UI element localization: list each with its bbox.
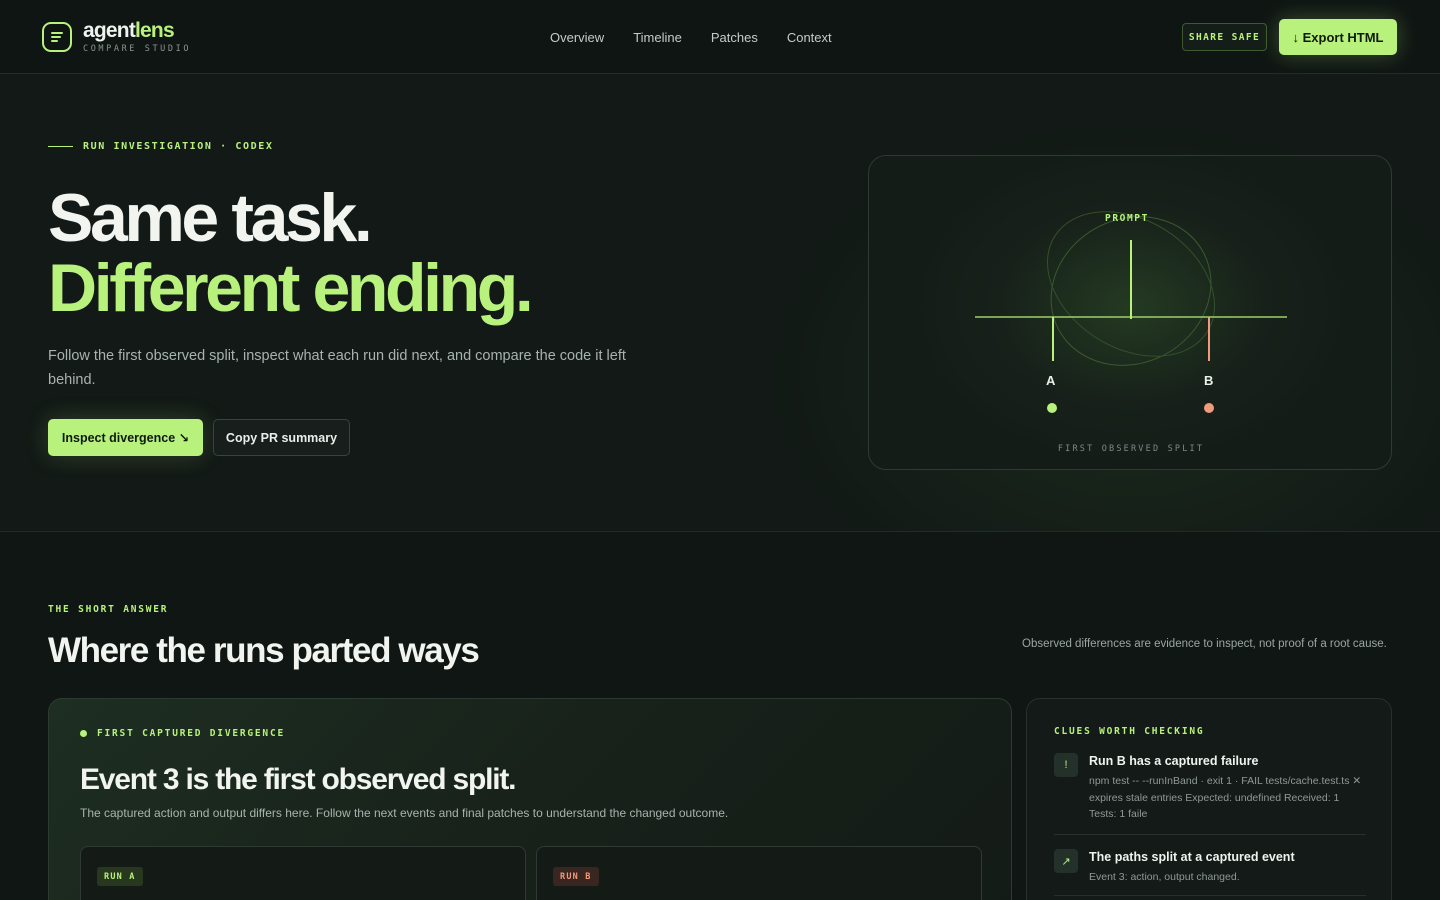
run-b-label: B: [1204, 373, 1214, 388]
short-answer-kicker: THE SHORT ANSWER: [48, 604, 169, 615]
brand-logo[interactable]: agentlens COMPARE STUDIO: [42, 20, 191, 54]
nav-context[interactable]: Context: [787, 30, 832, 45]
short-answer-title: Where the runs parted ways: [48, 631, 480, 670]
clue-title: Run B has a captured failure: [1089, 754, 1259, 768]
run-a-panel[interactable]: RUN A: [80, 846, 526, 900]
export-html-button[interactable]: ↓ Export HTML: [1279, 19, 1397, 55]
run-b-badge: RUN B: [553, 867, 599, 886]
prompt-label: PROMPT: [1105, 213, 1149, 224]
kicker-rule: [48, 146, 73, 147]
run-a-badge: RUN A: [97, 867, 143, 886]
divider: [1054, 895, 1366, 896]
hero-lead: Follow the first observed split, inspect…: [48, 348, 626, 388]
clues-kicker: CLUES WORTH CHECKING: [1054, 726, 1205, 737]
run-a-label: A: [1046, 373, 1056, 388]
nav-patches[interactable]: Patches: [711, 30, 758, 45]
short-answer-note: Observed differences are evidence to ins…: [1022, 638, 1387, 650]
brand-name: agentlens: [83, 19, 175, 42]
hero-title-line1: Same task.: [48, 180, 373, 256]
top-bar: agentlens COMPARE STUDIO Overview Timeli…: [0, 0, 1440, 74]
arrow-up-right-icon: ↗: [1054, 849, 1078, 873]
divergence-title: Event 3 is the first observed split.: [80, 763, 516, 796]
main-nav: Overview Timeline Patches Context: [550, 30, 832, 45]
clue-title: The paths split at a captured event: [1089, 850, 1295, 864]
diagram-caption: FIRST OBSERVED SPLIT: [1057, 444, 1205, 454]
run-a-dot: [1047, 403, 1057, 413]
alert-icon: !: [1054, 753, 1078, 777]
brand-subtitle: COMPARE STUDIO: [83, 44, 192, 54]
hero-kicker: RUN INVESTIGATION · CODEX: [48, 141, 274, 152]
divergence-description: The captured action and output differs h…: [80, 806, 729, 820]
copy-pr-summary-button[interactable]: Copy PR summary: [213, 419, 350, 456]
document-icon: [42, 21, 72, 52]
split-diagram: [975, 211, 1287, 413]
inspect-divergence-button[interactable]: Inspect divergence ↘: [48, 419, 203, 456]
split-diagram-card: PROMPT A B FIRST OBSERVED SPLIT: [868, 155, 1392, 470]
divergence-card: FIRST CAPTURED DIVERGENCE Event 3 is the…: [48, 698, 1012, 900]
clue-body: Event 3: action, output changed.: [1089, 871, 1240, 883]
clues-card: CLUES WORTH CHECKING ! Run B has a captu…: [1026, 698, 1392, 900]
hero-title-line2: Different ending.: [48, 250, 534, 326]
status-dot: [80, 730, 87, 737]
divergence-kicker: FIRST CAPTURED DIVERGENCE: [80, 728, 285, 739]
divider: [1054, 834, 1366, 835]
run-b-panel[interactable]: RUN B: [536, 846, 982, 900]
clue-body: npm test -- --runInBand · exit 1 · FAIL …: [1089, 775, 1362, 820]
nav-overview[interactable]: Overview: [550, 30, 604, 45]
share-safe-button[interactable]: SHARE SAFE: [1182, 23, 1267, 51]
nav-timeline[interactable]: Timeline: [633, 30, 682, 45]
run-b-dot: [1204, 403, 1214, 413]
